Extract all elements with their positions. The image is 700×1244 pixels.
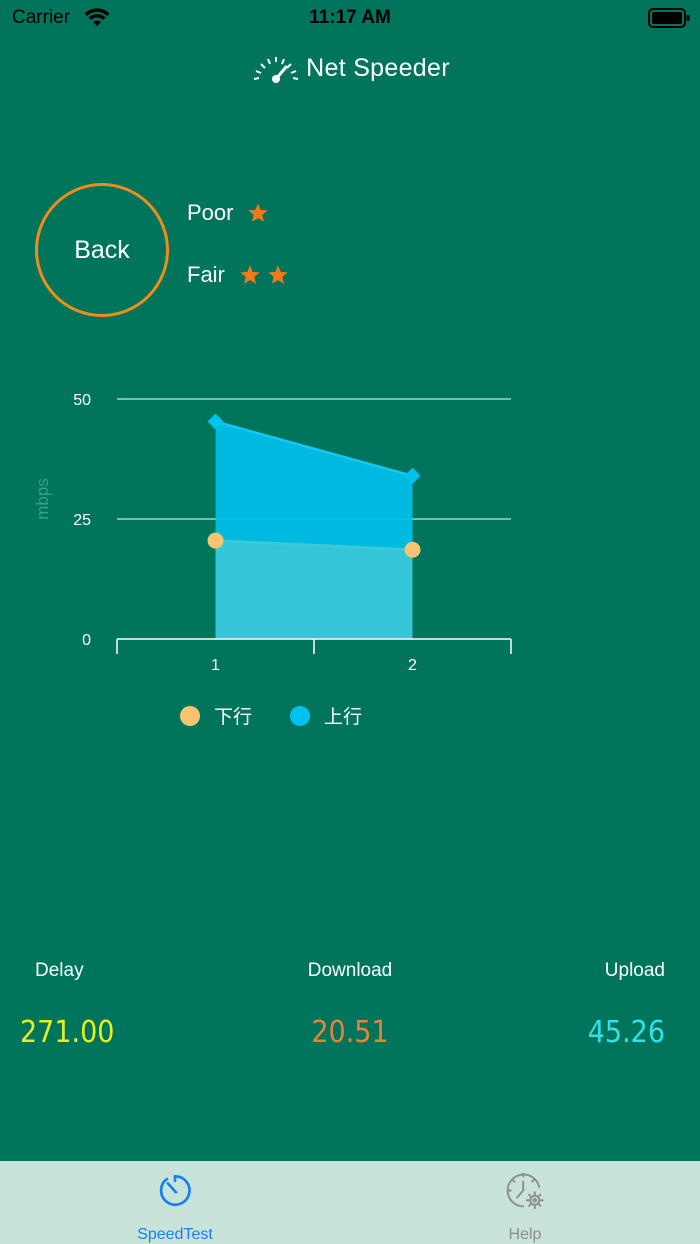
battery-icon — [648, 8, 690, 28]
legend-swatch — [290, 706, 310, 726]
status-bar: Carrier 11:17 AM — [0, 0, 700, 36]
app-title: Net Speeder — [306, 53, 450, 82]
rating-stars — [239, 264, 295, 286]
legend-label: 下行 — [214, 706, 252, 728]
chart-legend: 下行 上行 — [180, 706, 362, 728]
results-panel: Delay Download Upload 271.00 20.51 45.26 — [0, 955, 700, 1065]
tab-speedtest[interactable]: SpeedTest — [75, 1161, 275, 1244]
speedometer-icon — [253, 57, 299, 83]
tab-bar: SpeedTest Help — [0, 1161, 700, 1244]
x-tick-label: 2 — [408, 657, 417, 674]
legend-label: 上行 — [324, 706, 362, 728]
data-point-download — [404, 541, 421, 558]
rating-label: Fair — [187, 262, 225, 287]
data-point-download — [207, 532, 224, 549]
series-area — [215, 540, 413, 639]
upload-label: Upload — [604, 960, 665, 981]
tab-label: SpeedTest — [137, 1226, 213, 1243]
star-icon — [248, 203, 269, 222]
back-button[interactable]: Back — [35, 183, 169, 317]
x-tick-label: 1 — [211, 657, 220, 674]
nav-title-bar: Net Speeder — [0, 46, 700, 90]
speed-chart: mbps 02550 12 下行 上行 — [33, 392, 512, 728]
rating-label: Poor — [187, 200, 234, 225]
y-tick-label: 50 — [73, 392, 91, 409]
status-time: 11:17 AM — [309, 7, 391, 28]
x-axis: 12 — [116, 638, 512, 674]
back-button-label: Back — [74, 235, 130, 264]
tab-label: Help — [508, 1226, 542, 1243]
tab-help[interactable]: Help — [425, 1161, 625, 1244]
chart-areas — [215, 420, 413, 639]
y-tick-label: 0 — [82, 632, 91, 649]
clock-gear-icon — [506, 1172, 544, 1210]
y-tick-label: 25 — [73, 512, 91, 529]
legend-swatch — [180, 706, 200, 726]
y-axis-ticks: 0 25 50 — [73, 392, 91, 649]
upload-value: 45.26 — [587, 1015, 665, 1050]
stopwatch-icon — [159, 1174, 191, 1206]
star-icon — [268, 265, 288, 284]
y-axis-label: mbps — [33, 478, 52, 520]
download-label: Download — [307, 960, 393, 981]
star-icon — [240, 265, 260, 284]
rating-fair: Fair — [187, 262, 295, 288]
rating-poor: Poor — [187, 200, 275, 226]
rating-stars — [247, 202, 275, 224]
